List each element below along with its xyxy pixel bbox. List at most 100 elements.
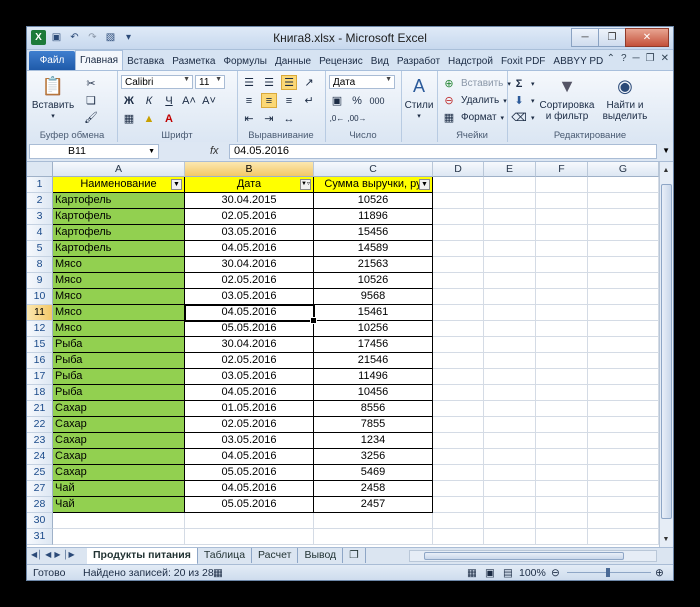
cell-name[interactable]: Чай xyxy=(53,497,185,513)
cell-date[interactable]: 04.05.2016 xyxy=(185,241,314,257)
minimize-button[interactable]: ─ xyxy=(571,28,599,47)
sheet-tab-table[interactable]: Таблица xyxy=(197,548,253,563)
empty-cell[interactable] xyxy=(588,385,659,401)
empty-cell[interactable] xyxy=(588,289,659,305)
empty-cell[interactable] xyxy=(433,305,484,321)
copy-button[interactable]: ❏ xyxy=(83,93,99,108)
prev-sheet-icon[interactable]: ◀ xyxy=(45,550,51,559)
empty-cell[interactable] xyxy=(588,177,659,193)
empty-cell[interactable] xyxy=(588,465,659,481)
cell-revenue[interactable]: 21546 xyxy=(314,353,433,369)
cell-name[interactable]: Картофель xyxy=(53,241,185,257)
row-header[interactable]: 3 xyxy=(27,209,53,225)
cell-date[interactable]: 03.05.2016 xyxy=(185,225,314,241)
expand-formula-icon[interactable]: ▼ xyxy=(662,146,670,155)
macro-record-icon[interactable]: ▦ xyxy=(213,567,223,579)
minimize-ribbon-icon[interactable]: ⌃ xyxy=(607,53,615,64)
empty-cell[interactable] xyxy=(433,337,484,353)
empty-cell[interactable] xyxy=(536,225,588,241)
empty-cell[interactable] xyxy=(536,209,588,225)
row-header[interactable]: 27 xyxy=(27,481,53,497)
empty-cell[interactable] xyxy=(484,337,536,353)
row-header[interactable]: 23 xyxy=(27,433,53,449)
insert-sheet-icon[interactable]: ❐ xyxy=(343,548,366,563)
wrap-text-icon[interactable]: ↵ xyxy=(301,93,317,108)
row-header[interactable]: 30 xyxy=(27,513,53,529)
empty-cell[interactable] xyxy=(536,385,588,401)
worksheet-grid[interactable]: A B C D E F G 1 Наименование ▼ Дата ▼▿ Сумма выручки… xyxy=(27,162,659,547)
thousands-icon[interactable]: 000 xyxy=(369,93,385,108)
cell-name[interactable]: Сахар xyxy=(53,433,185,449)
autosum-button[interactable]: Σ ▾ xyxy=(511,76,535,91)
row-header[interactable]: 22 xyxy=(27,417,53,433)
empty-cell[interactable] xyxy=(588,497,659,513)
save-icon[interactable]: ▣ xyxy=(49,30,64,45)
cut-button[interactable]: ✂ xyxy=(83,76,99,91)
empty-cell[interactable] xyxy=(484,529,536,545)
next-sheet-icon[interactable]: ▶ xyxy=(54,550,60,559)
cell-revenue[interactable]: 9568 xyxy=(314,289,433,305)
empty-cell[interactable] xyxy=(484,513,536,529)
cell-name[interactable]: Сахар xyxy=(53,417,185,433)
empty-cell[interactable] xyxy=(536,433,588,449)
empty-cell[interactable] xyxy=(536,465,588,481)
empty-cell[interactable] xyxy=(536,449,588,465)
row-header[interactable]: 28 xyxy=(27,497,53,513)
empty-cell[interactable] xyxy=(588,529,659,545)
empty-cell[interactable] xyxy=(536,257,588,273)
empty-cell[interactable] xyxy=(484,465,536,481)
empty-cell[interactable] xyxy=(536,353,588,369)
row-header[interactable]: 18 xyxy=(27,385,53,401)
empty-cell[interactable] xyxy=(484,193,536,209)
cell-date[interactable]: 05.05.2016 xyxy=(185,321,314,337)
cell-name[interactable]: Чай xyxy=(53,481,185,497)
empty-cell[interactable] xyxy=(536,177,588,193)
first-sheet-icon[interactable]: ◀│ xyxy=(31,550,42,559)
empty-cell[interactable] xyxy=(484,385,536,401)
empty-cell[interactable] xyxy=(433,433,484,449)
column-header-c[interactable]: C xyxy=(314,162,433,177)
grow-font-icon[interactable]: A˄ xyxy=(181,93,197,108)
empty-cell[interactable] xyxy=(536,401,588,417)
cell-revenue[interactable]: 14589 xyxy=(314,241,433,257)
empty-cell[interactable] xyxy=(588,481,659,497)
empty-cell[interactable] xyxy=(185,529,314,545)
empty-cell[interactable] xyxy=(433,417,484,433)
increase-indent-icon[interactable]: ⇥ xyxy=(261,111,277,126)
tab-page-layout[interactable]: Разметка xyxy=(168,52,219,70)
cell-date[interactable]: 02.05.2016 xyxy=(185,273,314,289)
empty-cell[interactable] xyxy=(484,497,536,513)
cell-revenue[interactable]: 7855 xyxy=(314,417,433,433)
formula-input[interactable]: 04.05.2016 xyxy=(229,144,657,159)
align-center-icon[interactable]: ≡ xyxy=(261,93,277,108)
underline-icon[interactable]: Ч xyxy=(161,93,177,108)
cell-name[interactable]: Картофель xyxy=(53,225,185,241)
empty-cell[interactable] xyxy=(433,257,484,273)
scroll-down-icon[interactable]: ▼ xyxy=(660,533,672,545)
sheet-tab-output[interactable]: Вывод xyxy=(298,548,344,563)
number-format-combo[interactable]: Дата ▼ xyxy=(329,75,395,89)
cell-revenue[interactable]: 5469 xyxy=(314,465,433,481)
tab-file[interactable]: Файл xyxy=(29,51,75,70)
align-right-icon[interactable]: ≡ xyxy=(281,93,297,108)
row-header[interactable]: 1 xyxy=(27,177,53,193)
row-header[interactable]: 16 xyxy=(27,353,53,369)
cell-date[interactable]: 30.04.2016 xyxy=(185,257,314,273)
delete-cells-button[interactable]: ⊖ Удалить ▾ xyxy=(441,93,506,108)
empty-cell[interactable] xyxy=(433,481,484,497)
shrink-font-icon[interactable]: A˅ xyxy=(201,93,217,108)
row-header[interactable]: 12 xyxy=(27,321,53,337)
column-header-b[interactable]: B xyxy=(185,162,314,177)
cell-revenue[interactable]: 11896 xyxy=(314,209,433,225)
paste-button[interactable]: 📋 Вставить ▾ xyxy=(32,74,74,122)
borders-icon[interactable]: ▦ xyxy=(121,111,137,126)
scroll-up-icon[interactable]: ▲ xyxy=(660,164,672,176)
empty-cell[interactable] xyxy=(433,273,484,289)
fill-button[interactable]: ⬇ ▾ xyxy=(511,93,534,108)
empty-cell[interactable] xyxy=(588,257,659,273)
cell-date[interactable]: 03.05.2016 xyxy=(185,433,314,449)
fill-color-icon[interactable]: ▲ xyxy=(141,111,157,126)
empty-cell[interactable] xyxy=(433,289,484,305)
increase-decimal-icon[interactable]: ,0← xyxy=(329,111,345,126)
cell-name[interactable]: Сахар xyxy=(53,401,185,417)
